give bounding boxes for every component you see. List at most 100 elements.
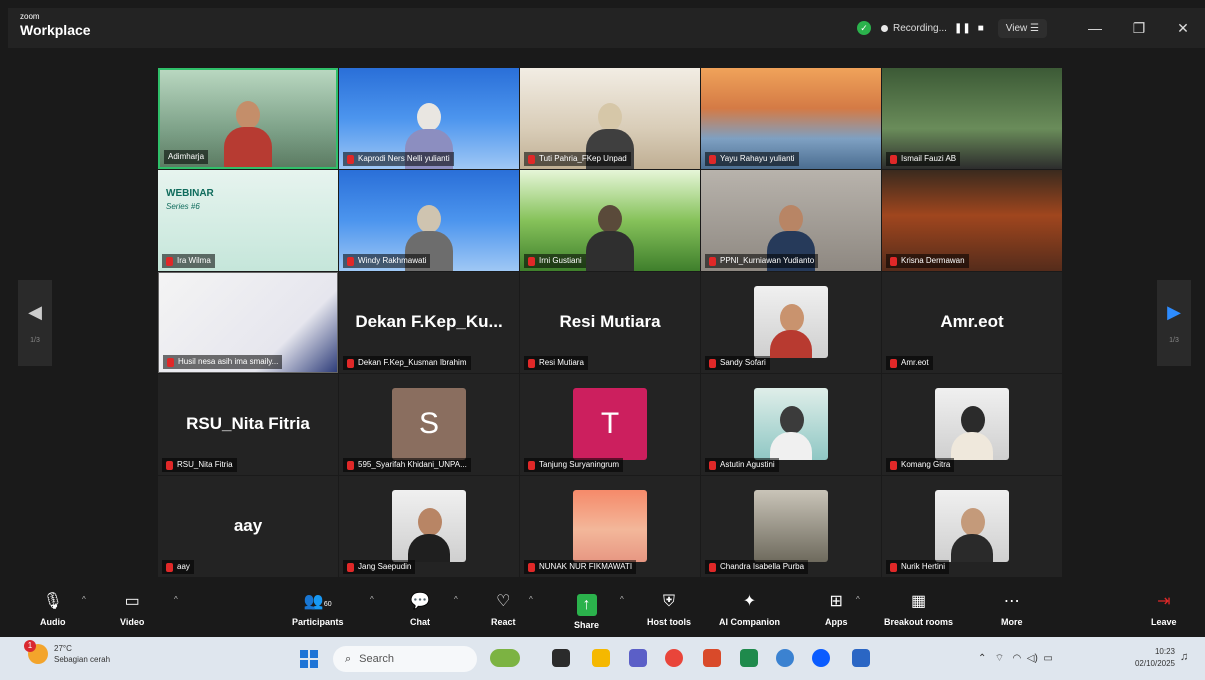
view-button[interactable]: View ☰ — [997, 18, 1047, 38]
participant-tile[interactable]: Yayu Rahayu yulianti — [701, 68, 881, 169]
participant-tile[interactable]: Irni Gustiani — [520, 170, 700, 271]
participant-tile[interactable]: Windy Rakhmawati — [339, 170, 519, 271]
powerpoint-icon[interactable] — [703, 649, 721, 667]
system-tray[interactable]: ⌃ ⌔ ◠ ◁) ▭ — [978, 652, 1053, 665]
previous-page-button[interactable]: ◀ 1/3 — [18, 280, 52, 366]
stop-icon[interactable]: ■ — [978, 23, 984, 34]
next-page-button[interactable]: ▶ 1/3 — [1157, 280, 1191, 366]
leave-button[interactable]: ⇥ Leave — [1151, 591, 1177, 627]
participant-tile[interactable]: WEBINAR Series #6 Ira Wilma — [158, 170, 338, 271]
audio-options-caret-icon[interactable]: ^ — [82, 595, 86, 604]
task-view-icon[interactable] — [552, 649, 570, 667]
apps-label: Apps — [825, 617, 848, 627]
taskbar-search[interactable]: ⌕ Search — [333, 646, 477, 672]
app-logo: zoom Workplace — [20, 13, 91, 38]
participant-tile[interactable]: Dekan F.Kep_Ku... Dekan F.Kep_Kusman Ibr… — [339, 272, 519, 373]
weather-sun-icon: 1 — [24, 640, 48, 664]
participant-tile[interactable]: Adimharja — [158, 68, 338, 169]
security-shield-icon[interactable]: ✓ — [857, 21, 872, 35]
chat-button[interactable]: 💬 Chat — [410, 591, 430, 627]
avatar: T — [573, 388, 647, 460]
participant-name: 595_Syarifah Khidani_UNPA... — [343, 458, 471, 472]
camera-icon: ▭ — [124, 593, 140, 610]
share-button[interactable]: ↑ Share — [574, 591, 599, 630]
video-options-caret-icon[interactable]: ^ — [174, 595, 178, 604]
close-icon[interactable]: ✕ — [1161, 20, 1205, 37]
battery-icon[interactable]: ▭ — [1043, 653, 1052, 664]
participants-button[interactable]: 👥60 Participants — [292, 591, 344, 627]
participant-tile[interactable]: NUNAK NUR FIKMAWATI — [520, 476, 700, 577]
excel-icon[interactable] — [740, 649, 758, 667]
avatar — [573, 490, 647, 562]
host-tools-button[interactable]: ⛨ Host tools — [647, 591, 691, 627]
video-stage: ◀ 1/3 ▶ 1/3 Adimharja Kaprodi Ners Nelli… — [8, 48, 1205, 585]
chevron-up-icon[interactable]: ⌃ — [978, 653, 986, 664]
wifi-icon[interactable]: ◠ — [1012, 653, 1021, 664]
participant-tile[interactable]: PPNI_Kurniawan Yudianto — [701, 170, 881, 271]
ai-companion-button[interactable]: ✦ AI Companion — [719, 591, 780, 627]
participant-tile[interactable]: Tuti Pahria_FKep Unpad — [520, 68, 700, 169]
participant-name: aay — [162, 560, 194, 574]
participant-tile[interactable]: Husil nesa asih ima smaily... — [158, 272, 338, 373]
restore-icon[interactable]: ❐ — [1117, 20, 1161, 37]
participant-display-name: Resi Mutiara — [559, 312, 661, 331]
participant-tile[interactable]: T Tanjung Suryaningrum — [520, 374, 700, 475]
apps-button[interactable]: ⊞ Apps — [825, 591, 848, 627]
participant-tile[interactable]: Komang Gitra — [882, 374, 1062, 475]
mic-muted-icon — [528, 358, 535, 368]
share-caret-icon[interactable]: ^ — [620, 595, 624, 604]
video-button[interactable]: ▭ Video — [120, 591, 144, 627]
participant-tile[interactable]: Amr.eot Amr.eot — [882, 272, 1062, 373]
weather-widget[interactable]: 1 27°C Sebagian cerah — [24, 640, 110, 665]
word-icon[interactable] — [852, 649, 870, 667]
react-caret-icon[interactable]: ^ — [529, 595, 533, 604]
zoom-app-icon[interactable] — [812, 649, 830, 667]
participant-tile[interactable]: S 595_Syarifah Khidani_UNPA... — [339, 374, 519, 475]
participant-tile[interactable]: RSU_Nita Fitria RSU_Nita Fitria — [158, 374, 338, 475]
participant-name: Ismail Fauzi AB — [886, 152, 961, 166]
participant-tile[interactable]: Jang Saepudin — [339, 476, 519, 577]
news-widget-icon[interactable] — [490, 649, 520, 667]
os-taskbar: 1 27°C Sebagian cerah ⌕ Search ⌃ ⌔ ◠ ◁) … — [0, 637, 1205, 680]
volume-icon[interactable]: ◁) — [1027, 653, 1038, 664]
search-placeholder: Search — [359, 653, 395, 665]
heart-icon: ♡ — [496, 593, 511, 610]
pause-icon[interactable]: ❚❚ — [954, 23, 971, 34]
avatar — [754, 490, 828, 562]
minimize-icon[interactable]: — — [1073, 20, 1117, 36]
participant-tile[interactable]: Ismail Fauzi AB — [882, 68, 1062, 169]
recording-dot-icon — [881, 24, 889, 32]
participant-display-name: Amr.eot — [940, 312, 1004, 331]
participant-tile[interactable]: aay aay — [158, 476, 338, 577]
react-button[interactable]: ♡ React — [491, 591, 516, 627]
breakout-rooms-button[interactable]: ▦ Breakout rooms — [884, 591, 953, 627]
mic-muted-icon — [167, 357, 174, 367]
edge-icon[interactable] — [776, 649, 794, 667]
avatar — [754, 286, 828, 358]
chat-caret-icon[interactable]: ^ — [454, 595, 458, 604]
notification-bell-icon[interactable]: ♫ — [1180, 651, 1188, 663]
participant-tile[interactable]: Astutin Agustini — [701, 374, 881, 475]
participant-tile[interactable]: Nurik Hertini — [882, 476, 1062, 577]
participant-tile[interactable]: Resi Mutiara Resi Mutiara — [520, 272, 700, 373]
participant-tile[interactable]: Sandy Sofari — [701, 272, 881, 373]
participant-tile[interactable]: Chandra Isabella Purba — [701, 476, 881, 577]
chrome-icon[interactable] — [665, 649, 683, 667]
network-icon[interactable]: ⌔ — [995, 653, 1004, 664]
system-clock[interactable]: 10:23 02/10/2025 — [1125, 646, 1175, 670]
teams-icon[interactable] — [629, 649, 647, 667]
participants-label: Participants — [292, 617, 344, 627]
mic-muted-icon — [709, 358, 716, 368]
participant-tile[interactable]: Kaprodi Ners Nelli yulianti — [339, 68, 519, 169]
participant-tile[interactable]: Krisna Dermawan — [882, 170, 1062, 271]
audio-button[interactable]: 🎙 Audio — [40, 591, 66, 627]
apps-caret-icon[interactable]: ^ — [856, 595, 860, 604]
participant-name: Chandra Isabella Purba — [705, 560, 809, 574]
participant-name: NUNAK NUR FIKMAWATI — [524, 560, 637, 574]
more-button[interactable]: ⋯ More — [1001, 591, 1023, 627]
windows-start-icon[interactable] — [300, 650, 318, 668]
mic-muted-icon — [347, 154, 354, 164]
participants-caret-icon[interactable]: ^ — [370, 595, 374, 604]
file-explorer-icon[interactable] — [592, 649, 610, 667]
recording-indicator: Recording... ❚❚ ■ — [881, 23, 984, 34]
